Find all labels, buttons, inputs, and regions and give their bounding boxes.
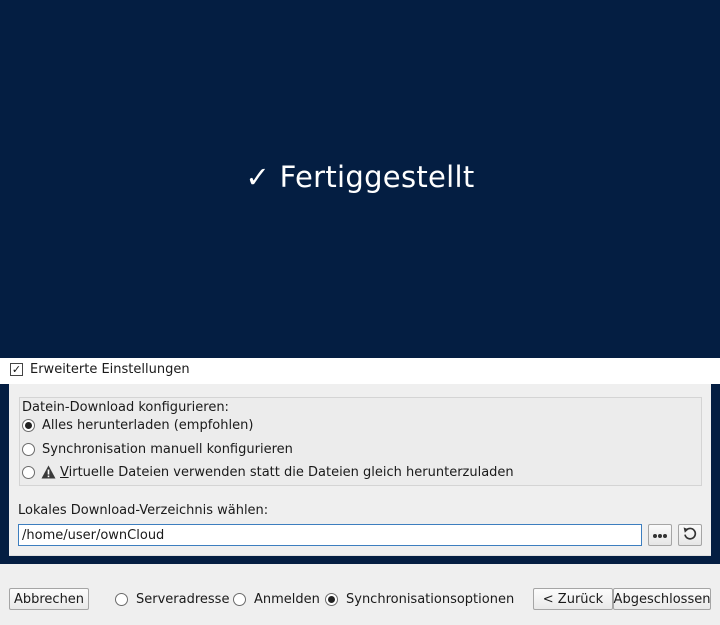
option-manual-sync-radio[interactable] (22, 442, 35, 456)
step-sync-options-radio[interactable] (325, 592, 338, 606)
step-server-address[interactable]: Serveradresse (115, 590, 229, 608)
banner-title-text: Fertiggestellt (279, 160, 475, 194)
step-login-label: Anmelden (254, 591, 320, 607)
advanced-settings-panel: Datein-Download konfigurieren: Alles her… (9, 384, 711, 556)
step-login[interactable]: Anmelden (233, 590, 320, 608)
back-button[interactable]: < Zurück (533, 588, 613, 610)
download-config-title: Datein-Download konfigurieren: (22, 400, 229, 415)
step-server-address-radio[interactable] (115, 592, 128, 606)
option-manual-sync[interactable]: Synchronisation manuell konfigurieren (22, 440, 293, 458)
browse-directory-button[interactable] (648, 524, 672, 546)
directory-input[interactable] (18, 524, 642, 546)
ellipsis-icon (652, 528, 668, 543)
banner: ✓ Fertiggestellt (0, 0, 720, 362)
advanced-settings-row[interactable]: ✓ Erweiterte Einstellungen (0, 358, 720, 380)
panel-edge-left (0, 384, 9, 564)
step-sync-options[interactable]: Synchronisationsoptionen (325, 590, 514, 608)
advanced-settings-checkbox[interactable]: ✓ (10, 362, 23, 376)
directory-label: Lokales Download-Verzeichnis wählen: (18, 503, 269, 518)
cancel-button[interactable]: Abbrechen (9, 588, 89, 610)
undo-icon (682, 525, 698, 545)
option-download-all[interactable]: Alles herunterladen (empfohlen) (22, 416, 253, 434)
option-manual-sync-label: Synchronisation manuell konfigurieren (42, 441, 293, 457)
finish-button[interactable]: Abgeschlossen (613, 588, 711, 610)
step-server-address-label: Serveradresse (136, 591, 230, 607)
option-virtual-files-label: Virtuelle Dateien verwenden statt die Da… (60, 464, 514, 480)
warning-icon (41, 465, 56, 479)
wizard-footer: Abbrechen Serveradresse Anmelden Synchro… (0, 564, 720, 625)
panel-edge-right (711, 384, 720, 564)
setup-wizard-window: ✓ Fertiggestellt ✓ Erweiterte Einstellun… (0, 0, 720, 625)
advanced-settings-label: Erweiterte Einstellungen (30, 361, 190, 377)
option-virtual-files[interactable]: Virtuelle Dateien verwenden statt die Da… (22, 463, 514, 481)
banner-title: ✓ Fertiggestellt (0, 160, 720, 194)
step-sync-options-label: Synchronisationsoptionen (346, 591, 515, 607)
download-config-group: Datein-Download konfigurieren: Alles her… (19, 397, 702, 486)
option-virtual-files-radio[interactable] (22, 465, 35, 479)
option-download-all-radio[interactable] (22, 418, 35, 432)
panel-edge-bottom (0, 556, 720, 564)
option-download-all-label: Alles herunterladen (empfohlen) (42, 417, 254, 433)
step-login-radio[interactable] (233, 592, 246, 606)
reset-directory-button[interactable] (678, 524, 702, 546)
check-icon: ✓ (245, 160, 271, 194)
